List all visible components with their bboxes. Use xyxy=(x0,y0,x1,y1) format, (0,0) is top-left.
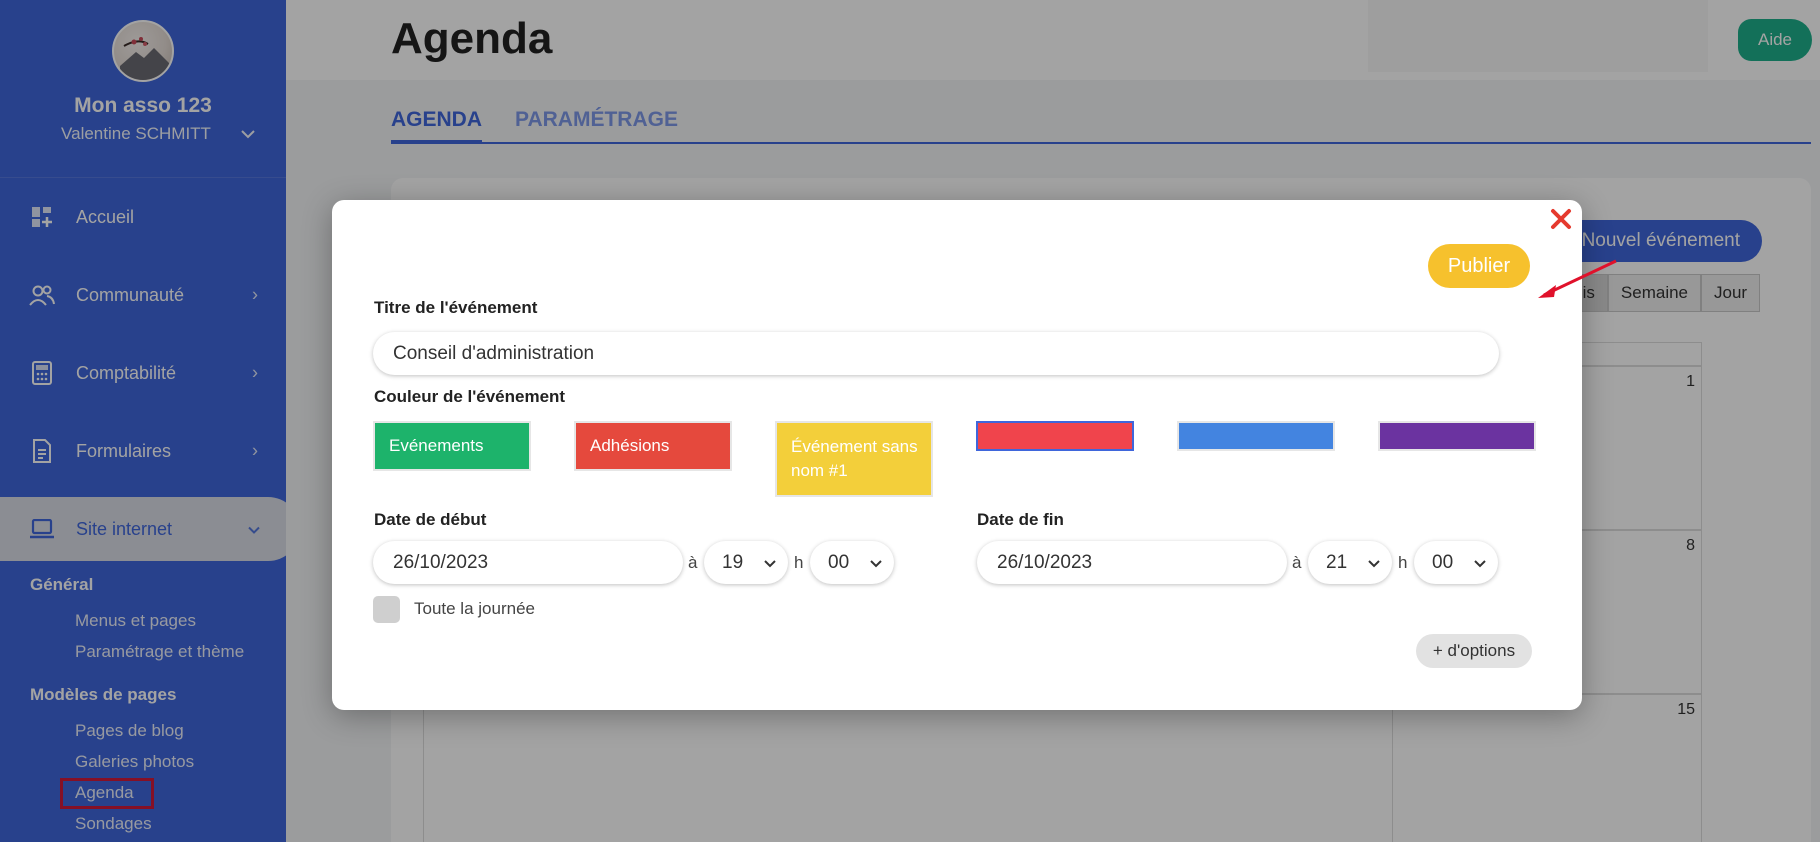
chevron-down-icon xyxy=(1368,552,1380,574)
color-swatch-blue[interactable] xyxy=(1177,421,1335,451)
color-swatch-red[interactable] xyxy=(976,421,1134,451)
event-color-label: Couleur de l'événement xyxy=(374,387,566,406)
chevron-down-icon xyxy=(1474,552,1486,574)
hour-suffix-label: h xyxy=(1398,553,1408,572)
event-title-label: Titre de l'événement xyxy=(374,298,538,317)
start-date-input[interactable] xyxy=(373,541,683,584)
start-minute-value: 00 xyxy=(828,551,850,573)
start-hour-value: 19 xyxy=(722,551,744,573)
end-hour-select[interactable]: 21 xyxy=(1308,541,1392,584)
color-swatch-evenement-sans-nom[interactable]: Événement sans nom #1 xyxy=(775,421,933,497)
end-hour-value: 21 xyxy=(1326,551,1348,573)
publish-button[interactable]: Publier xyxy=(1428,244,1530,288)
close-icon[interactable] xyxy=(1546,204,1576,234)
at-label: à xyxy=(688,553,698,572)
event-modal: Publier Titre de l'événement Couleur de … xyxy=(332,200,1582,710)
start-date-label: Date de début xyxy=(374,510,487,529)
end-date-input[interactable] xyxy=(977,541,1287,584)
end-date-label: Date de fin xyxy=(977,510,1064,529)
end-minute-select[interactable]: 00 xyxy=(1414,541,1498,584)
chevron-down-icon xyxy=(764,552,776,574)
chevron-down-icon xyxy=(870,552,882,574)
hour-suffix-label: h xyxy=(794,553,804,572)
more-options-button[interactable]: + d'options xyxy=(1416,634,1532,668)
start-minute-select[interactable]: 00 xyxy=(810,541,894,584)
end-minute-value: 00 xyxy=(1432,551,1454,573)
all-day-label: Toute la journée xyxy=(414,599,535,618)
annotation-arrow-icon xyxy=(1538,259,1617,298)
color-swatch-purple[interactable] xyxy=(1378,421,1536,451)
at-label: à xyxy=(1292,553,1302,572)
start-hour-select[interactable]: 19 xyxy=(704,541,788,584)
all-day-checkbox[interactable] xyxy=(373,596,400,623)
color-swatch-evenements[interactable]: Evénements xyxy=(373,421,531,471)
color-swatch-adhesions[interactable]: Adhésions xyxy=(574,421,732,471)
event-title-input[interactable] xyxy=(373,332,1499,375)
